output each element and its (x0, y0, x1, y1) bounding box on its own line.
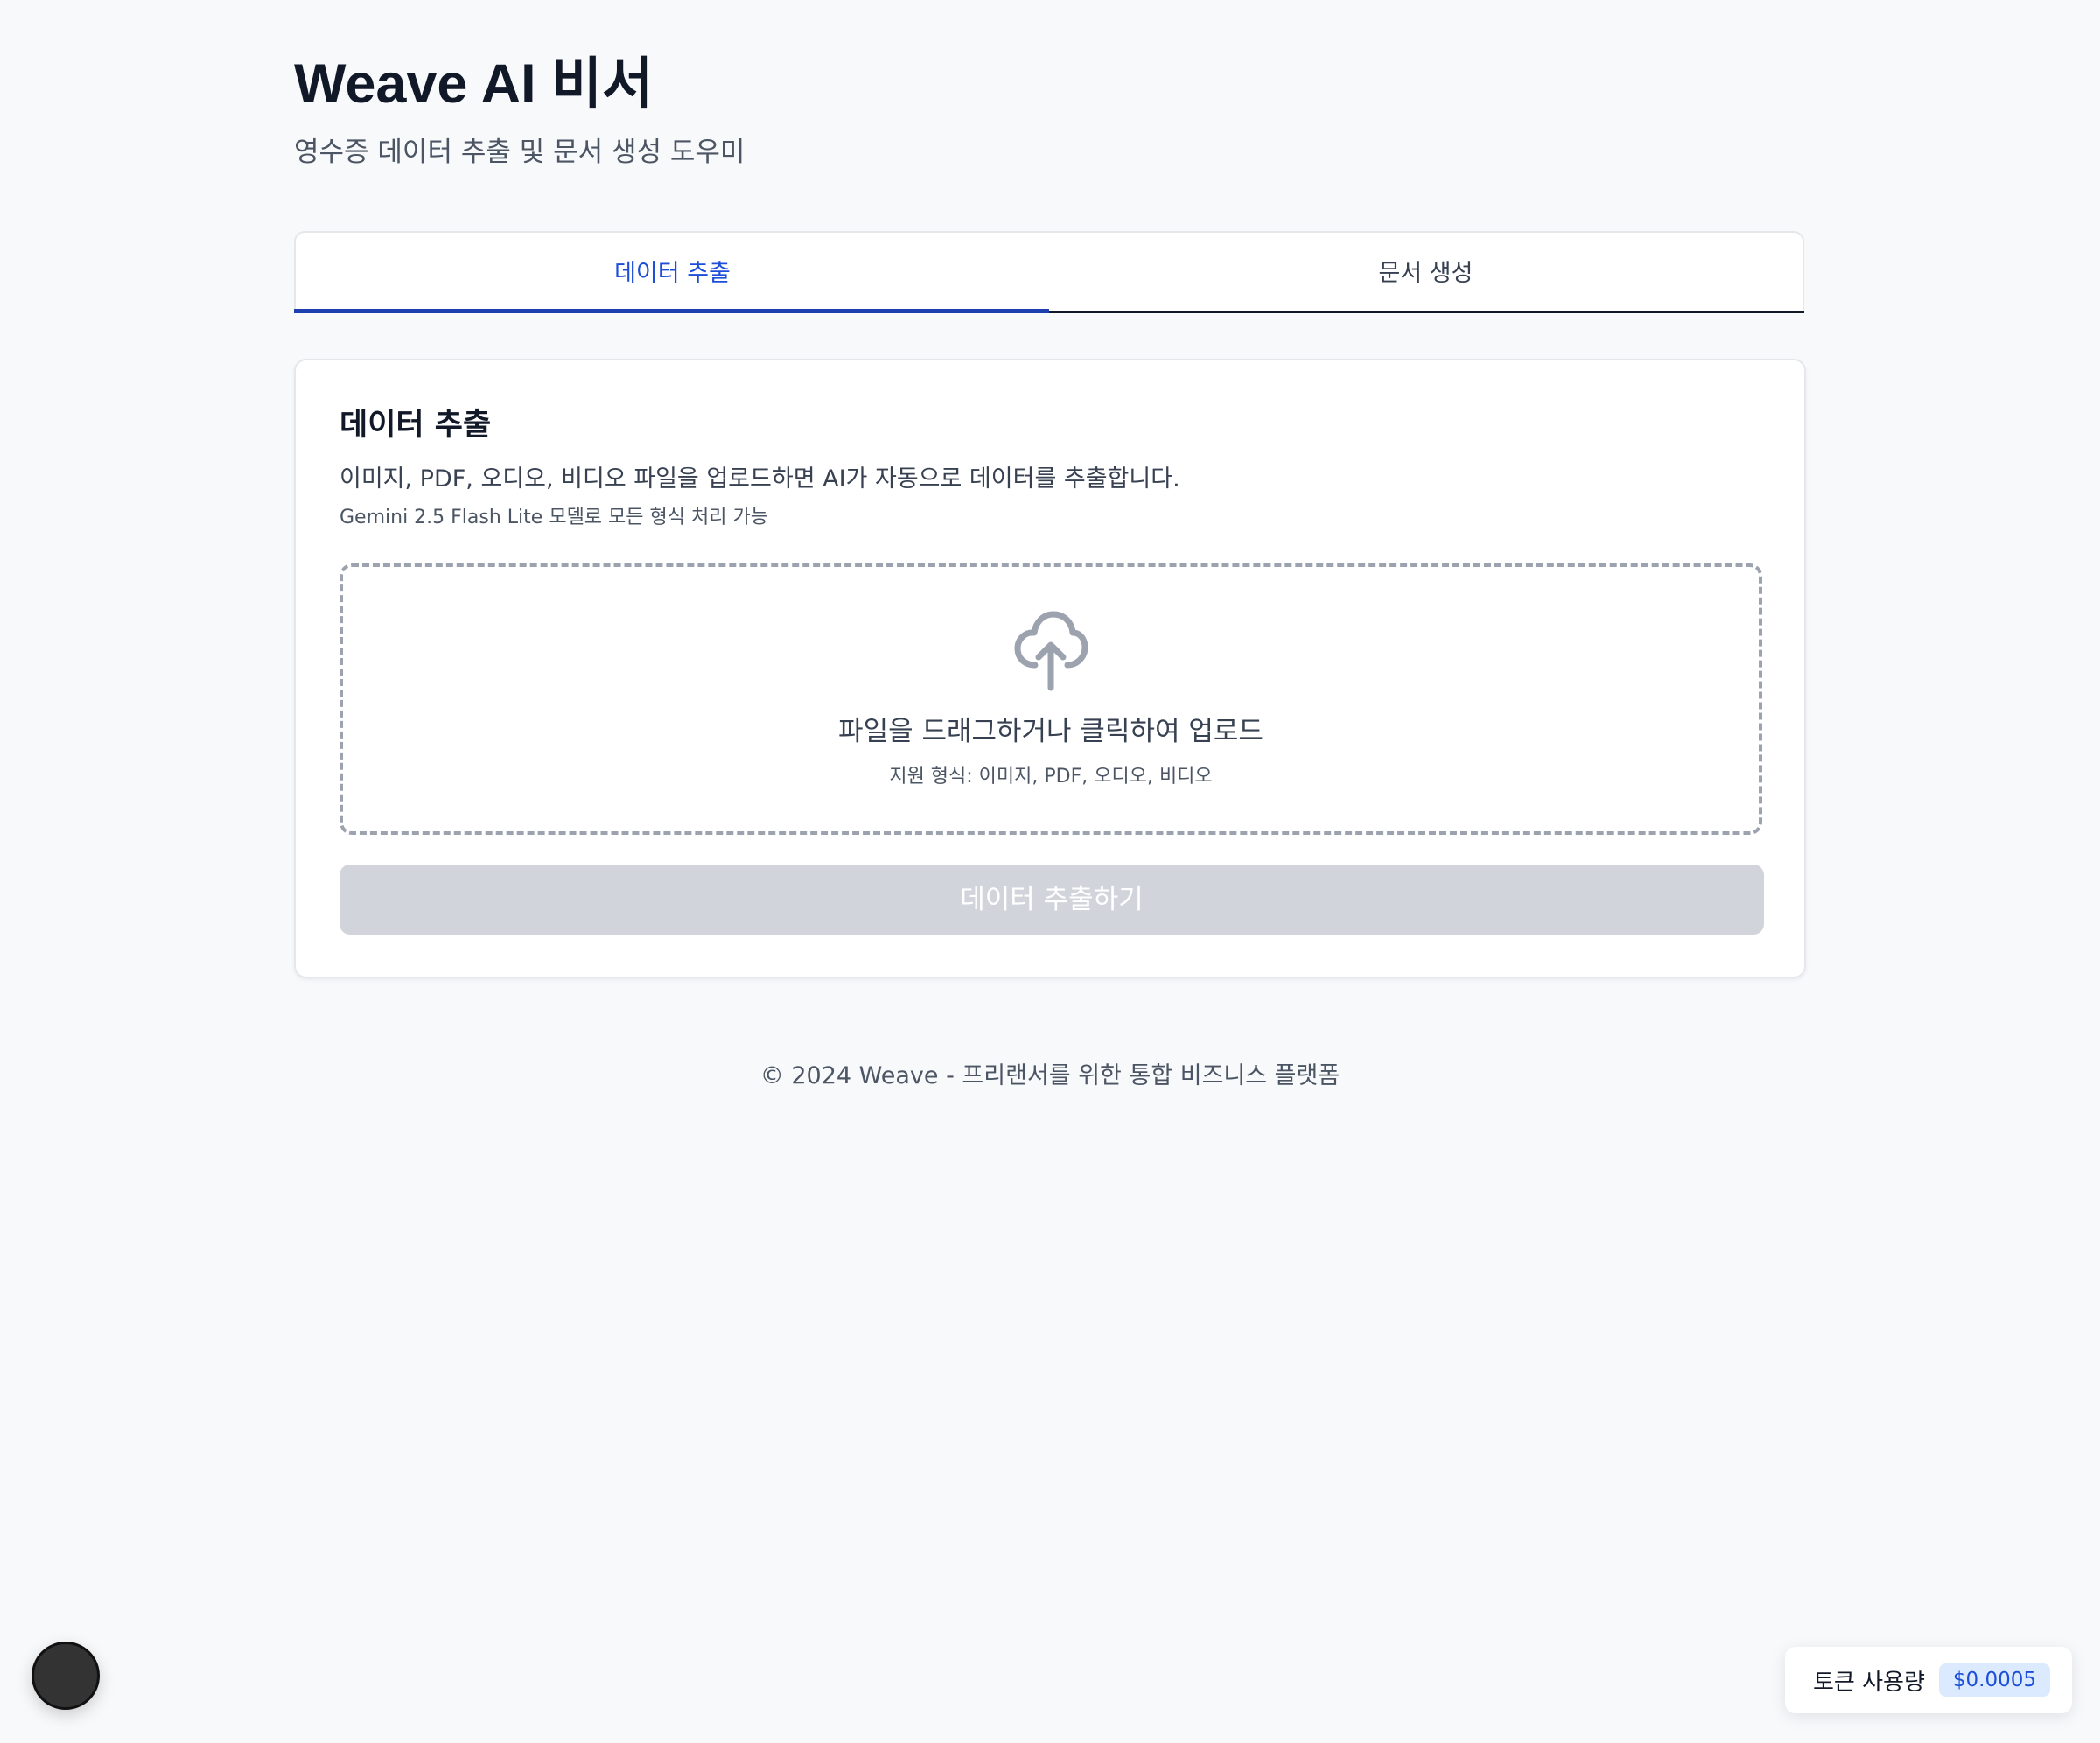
token-usage-badge: $0.0005 (1938, 1663, 2050, 1697)
tab-data-extraction[interactable]: 데이터 추출 (294, 233, 1049, 313)
cloud-upload-icon (1014, 611, 1088, 691)
dropzone-supported-formats: 지원 형식: 이미지, PDF, 오디오, 비디오 (889, 766, 1213, 788)
page-subtitle: 영수증 데이터 추출 및 문서 생성 도우미 (294, 136, 746, 168)
tab-bar: 데이터 추출 문서 생성 (294, 231, 1804, 313)
dropzone-title: 파일을 드래그하거나 클릭하여 업로드 (838, 716, 1264, 747)
page-title: Weave AI 비서 (294, 53, 654, 115)
card-description: 이미지, PDF, 오디오, 비디오 파일을 업로드하면 AI가 자동으로 데이… (340, 466, 1180, 493)
floating-action-button[interactable] (32, 1642, 100, 1710)
token-usage-widget: 토큰 사용량 $0.0005 (1785, 1647, 2072, 1713)
file-dropzone[interactable]: 파일을 드래그하거나 클릭하여 업로드 지원 형식: 이미지, PDF, 오디오… (340, 564, 1762, 835)
token-usage-label: 토큰 사용량 (1813, 1669, 1925, 1696)
footer-copyright: © 2024 Weave - 프리랜서를 위한 통합 비즈니스 플랫폼 (760, 1062, 1340, 1089)
extraction-card: 데이터 추출 이미지, PDF, 오디오, 비디오 파일을 업로드하면 AI가 … (294, 359, 1806, 978)
tab-document-generation[interactable]: 문서 생성 (1049, 233, 1802, 313)
model-note: Gemini 2.5 Flash Lite 모델로 모든 형식 처리 가능 (340, 507, 768, 528)
card-title: 데이터 추출 (340, 408, 492, 443)
extract-data-button[interactable]: 데이터 추출하기 (340, 864, 1764, 934)
